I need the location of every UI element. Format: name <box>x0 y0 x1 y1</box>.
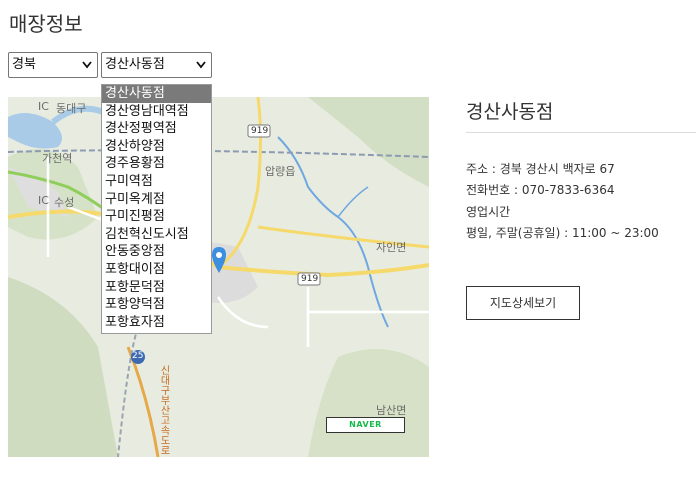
store-hours: 평일, 주말(공휴일) : 11:00 ~ 23:00 <box>466 226 659 240</box>
map-label-suseong: 수성 <box>54 196 75 209</box>
dropdown-option[interactable]: 포항대이점 <box>102 261 211 279</box>
dropdown-option[interactable]: 포항양덕점 <box>102 296 211 314</box>
dropdown-option[interactable]: 경산하양점 <box>102 138 211 156</box>
dropdown-option[interactable]: 경주용황점 <box>102 155 211 173</box>
store-phone: 전화번호 : 070-7833-6364 <box>466 183 615 197</box>
chevron-down-icon <box>82 61 92 69</box>
store-address: 주소 : 경북 경산시 백자로 67 <box>466 162 615 176</box>
map-label-expressway: 신대구부산고속도로 <box>158 365 169 455</box>
divider <box>466 132 696 133</box>
store-select[interactable]: 경산사동점 <box>101 52 212 78</box>
map-detail-button[interactable]: 지도상세보기 <box>466 286 580 320</box>
dropdown-option[interactable]: 구미진평점 <box>102 208 211 226</box>
map-label-gacheon: 가천역 <box>42 152 73 165</box>
map-label-namsan: 남산면 <box>376 404 407 417</box>
page-title: 매장정보 <box>9 12 83 36</box>
map-label-road-919: 919 <box>301 274 319 284</box>
dropdown-option[interactable]: 경산영남대역점 <box>102 103 211 121</box>
store-select-value: 경산사동점 <box>105 57 165 72</box>
map-label-ic: IC <box>38 194 49 207</box>
dropdown-option[interactable]: 구미역점 <box>102 173 211 191</box>
dropdown-option[interactable]: 포항효자점 <box>102 314 211 332</box>
region-select[interactable]: 경북 <box>8 52 98 78</box>
store-name: 경산사동점 <box>466 101 554 123</box>
map-label-jain: 자인면 <box>376 241 407 254</box>
store-dropdown-list: 경산사동점 경산영남대역점 경산정평역점 경산하양점 경주용황점 구미역점 구미… <box>101 84 212 334</box>
naver-logo: NAVER <box>326 417 405 433</box>
map-label-road-25: 25 <box>132 351 144 361</box>
dropdown-option[interactable]: 김천혁신도시점 <box>102 226 211 244</box>
map-label-apryang: 압량읍 <box>265 165 296 178</box>
map-label-ic: IC <box>38 100 49 113</box>
dropdown-option[interactable]: 안동중앙점 <box>102 243 211 261</box>
store-map[interactable]: IC 동대구 가천역 IC 수성 압량읍 자인면 남산면 919 919 25 … <box>8 97 429 457</box>
dropdown-option[interactable]: 구미옥계점 <box>102 191 211 209</box>
region-select-value: 경북 <box>12 57 36 72</box>
dropdown-option[interactable]: 경산사동점 <box>102 85 211 103</box>
dropdown-option[interactable]: 포항문덕점 <box>102 279 211 297</box>
dropdown-option[interactable]: 경산정평역점 <box>102 120 211 138</box>
map-label-road-919: 919 <box>251 126 269 136</box>
map-label-dongdaegu: 동대구 <box>56 102 87 115</box>
store-hours-label: 영업시간 <box>466 205 511 219</box>
chevron-down-icon <box>196 61 206 69</box>
